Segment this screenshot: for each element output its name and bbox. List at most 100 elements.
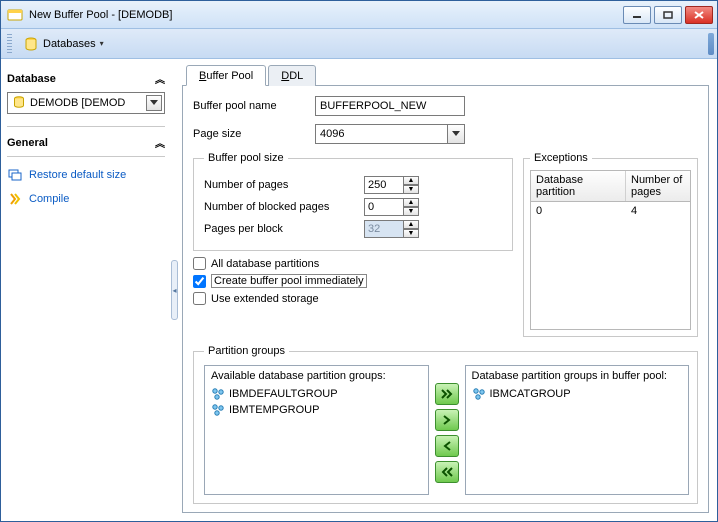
- num-pages-spinner[interactable]: ▲▼: [364, 176, 419, 194]
- tab-ddl-hotkey: D: [281, 70, 289, 82]
- available-groups-label: Available database partition groups:: [211, 370, 422, 382]
- tab-buffer-pool[interactable]: Buffer Pool: [186, 65, 266, 86]
- restore-icon: [7, 167, 23, 183]
- move-all-right-button[interactable]: [435, 383, 459, 405]
- minimize-button[interactable]: [623, 6, 651, 24]
- sidebar: Database ︽ DEMODB [DEMOD General ︽ Resto…: [1, 59, 171, 521]
- all-partitions-checkbox[interactable]: All database partitions: [193, 257, 513, 270]
- extended-storage-input[interactable]: [193, 292, 206, 305]
- list-item-label: IBMDEFAULTGROUP: [229, 388, 338, 400]
- buffer-pool-size-legend: Buffer pool size: [204, 152, 288, 164]
- inpool-groups-label: Database partition groups in buffer pool…: [472, 370, 683, 382]
- partition-group-icon: [211, 403, 225, 417]
- toolbar-end-grip[interactable]: [708, 33, 714, 55]
- buffer-pool-name-label: Buffer pool name: [193, 100, 305, 112]
- buffer-pool-size-group: Buffer pool size Number of pages ▲▼ Numb…: [193, 152, 513, 251]
- database-select[interactable]: DEMODB [DEMOD: [7, 92, 165, 114]
- toolbar-grip[interactable]: [7, 34, 12, 54]
- partition-group-icon: [211, 387, 225, 401]
- dropdown-arrow-icon[interactable]: [146, 95, 162, 111]
- page-size-select[interactable]: 4096: [315, 124, 465, 144]
- spin-up-icon: ▲: [404, 220, 419, 229]
- extended-storage-label: Use extended storage: [211, 293, 319, 305]
- collapse-icon: ︽: [155, 135, 165, 150]
- dropdown-arrow-icon[interactable]: [447, 125, 464, 143]
- pages-per-block-label: Pages per block: [204, 223, 354, 235]
- sidebar-section-general[interactable]: General ︽: [7, 135, 165, 150]
- blocked-pages-input[interactable]: [364, 198, 404, 216]
- cell-partition: 0: [531, 202, 626, 220]
- move-left-button[interactable]: [435, 435, 459, 457]
- body: Database ︽ DEMODB [DEMOD General ︽ Resto…: [1, 59, 717, 521]
- buffer-pool-name-input[interactable]: [315, 96, 465, 116]
- num-pages-input[interactable]: [364, 176, 404, 194]
- splitter[interactable]: ◂: [171, 59, 178, 521]
- spin-down-icon[interactable]: ▼: [404, 207, 419, 216]
- inpool-groups-list[interactable]: Database partition groups in buffer pool…: [465, 365, 690, 495]
- tab-ddl-label: DL: [289, 70, 303, 82]
- chevron-left-icon: ◂: [172, 286, 176, 295]
- tab-buffer-pool-label: uffer Pool: [206, 70, 253, 82]
- database-icon: [12, 95, 26, 112]
- all-partitions-label: All database partitions: [211, 258, 319, 270]
- blocked-pages-spinner[interactable]: ▲▼: [364, 198, 419, 216]
- splitter-handle[interactable]: ◂: [171, 260, 178, 320]
- move-all-left-button[interactable]: [435, 461, 459, 483]
- move-buttons: [435, 365, 459, 495]
- move-right-button[interactable]: [435, 409, 459, 431]
- exceptions-header: Database partition Number of pages: [530, 170, 691, 202]
- all-partitions-input[interactable]: [193, 257, 206, 270]
- partition-groups-legend: Partition groups: [204, 345, 289, 357]
- compile-link[interactable]: Compile: [7, 189, 165, 209]
- titlebar[interactable]: New Buffer Pool - [DEMODB]: [1, 1, 717, 29]
- spin-up-icon[interactable]: ▲: [404, 198, 419, 207]
- create-immediately-label: Create buffer pool immediately: [211, 274, 367, 288]
- partition-groups-group: Partition groups Available database part…: [193, 345, 698, 504]
- main: Buffer Pool DDL Buffer pool name Page si…: [178, 59, 717, 521]
- list-item[interactable]: IBMCATGROUP: [472, 386, 683, 402]
- pages-per-block-input: [364, 220, 404, 238]
- list-item[interactable]: IBMTEMPGROUP: [211, 402, 422, 418]
- exceptions-legend: Exceptions: [530, 152, 592, 164]
- divider: [7, 156, 165, 157]
- exceptions-col-partition[interactable]: Database partition: [531, 171, 626, 201]
- cell-pages: 4: [626, 202, 642, 220]
- compile-icon: [7, 191, 23, 207]
- table-row[interactable]: 0 4: [531, 202, 690, 220]
- divider: [7, 126, 165, 127]
- spin-down-icon: ▼: [404, 229, 419, 238]
- menubar: Databases ▾: [1, 29, 717, 59]
- create-immediately-checkbox[interactable]: Create buffer pool immediately: [193, 274, 513, 288]
- databases-menu[interactable]: Databases ▾: [16, 33, 111, 55]
- databases-menu-label: Databases: [43, 38, 96, 50]
- sidebar-section-general-label: General: [7, 137, 48, 149]
- spin-up-icon[interactable]: ▲: [404, 176, 419, 185]
- exceptions-group: Exceptions Database partition Number of …: [523, 152, 698, 337]
- available-groups-list[interactable]: Available database partition groups: IBM…: [204, 365, 429, 495]
- chevron-down-icon: ▾: [100, 39, 104, 48]
- close-button[interactable]: [685, 6, 713, 24]
- tab-ddl[interactable]: DDL: [268, 65, 316, 86]
- page-size-value: 4096: [316, 128, 447, 140]
- partition-group-icon: [472, 387, 486, 401]
- blocked-pages-label: Number of blocked pages: [204, 201, 354, 213]
- list-item[interactable]: IBMDEFAULTGROUP: [211, 386, 422, 402]
- app-icon: [7, 7, 23, 23]
- restore-default-size-link[interactable]: Restore default size: [7, 165, 165, 185]
- collapse-icon: ︽: [155, 71, 165, 86]
- sidebar-section-database[interactable]: Database ︽: [7, 71, 165, 86]
- extended-storage-checkbox[interactable]: Use extended storage: [193, 292, 513, 305]
- create-immediately-input[interactable]: [193, 275, 206, 288]
- window-title: New Buffer Pool - [DEMODB]: [29, 9, 620, 21]
- page-size-label: Page size: [193, 128, 305, 140]
- list-item-label: IBMCATGROUP: [490, 388, 571, 400]
- exceptions-body[interactable]: 0 4: [530, 202, 691, 330]
- pages-per-block-spinner: ▲▼: [364, 220, 419, 238]
- database-select-value: DEMODB [DEMOD: [30, 97, 146, 109]
- spin-down-icon[interactable]: ▼: [404, 185, 419, 194]
- exceptions-col-pages[interactable]: Number of pages: [626, 171, 690, 201]
- num-pages-label: Number of pages: [204, 179, 354, 191]
- restore-link-label: Restore default size: [29, 169, 126, 181]
- maximize-button[interactable]: [654, 6, 682, 24]
- tabstrip: Buffer Pool DDL: [182, 65, 709, 86]
